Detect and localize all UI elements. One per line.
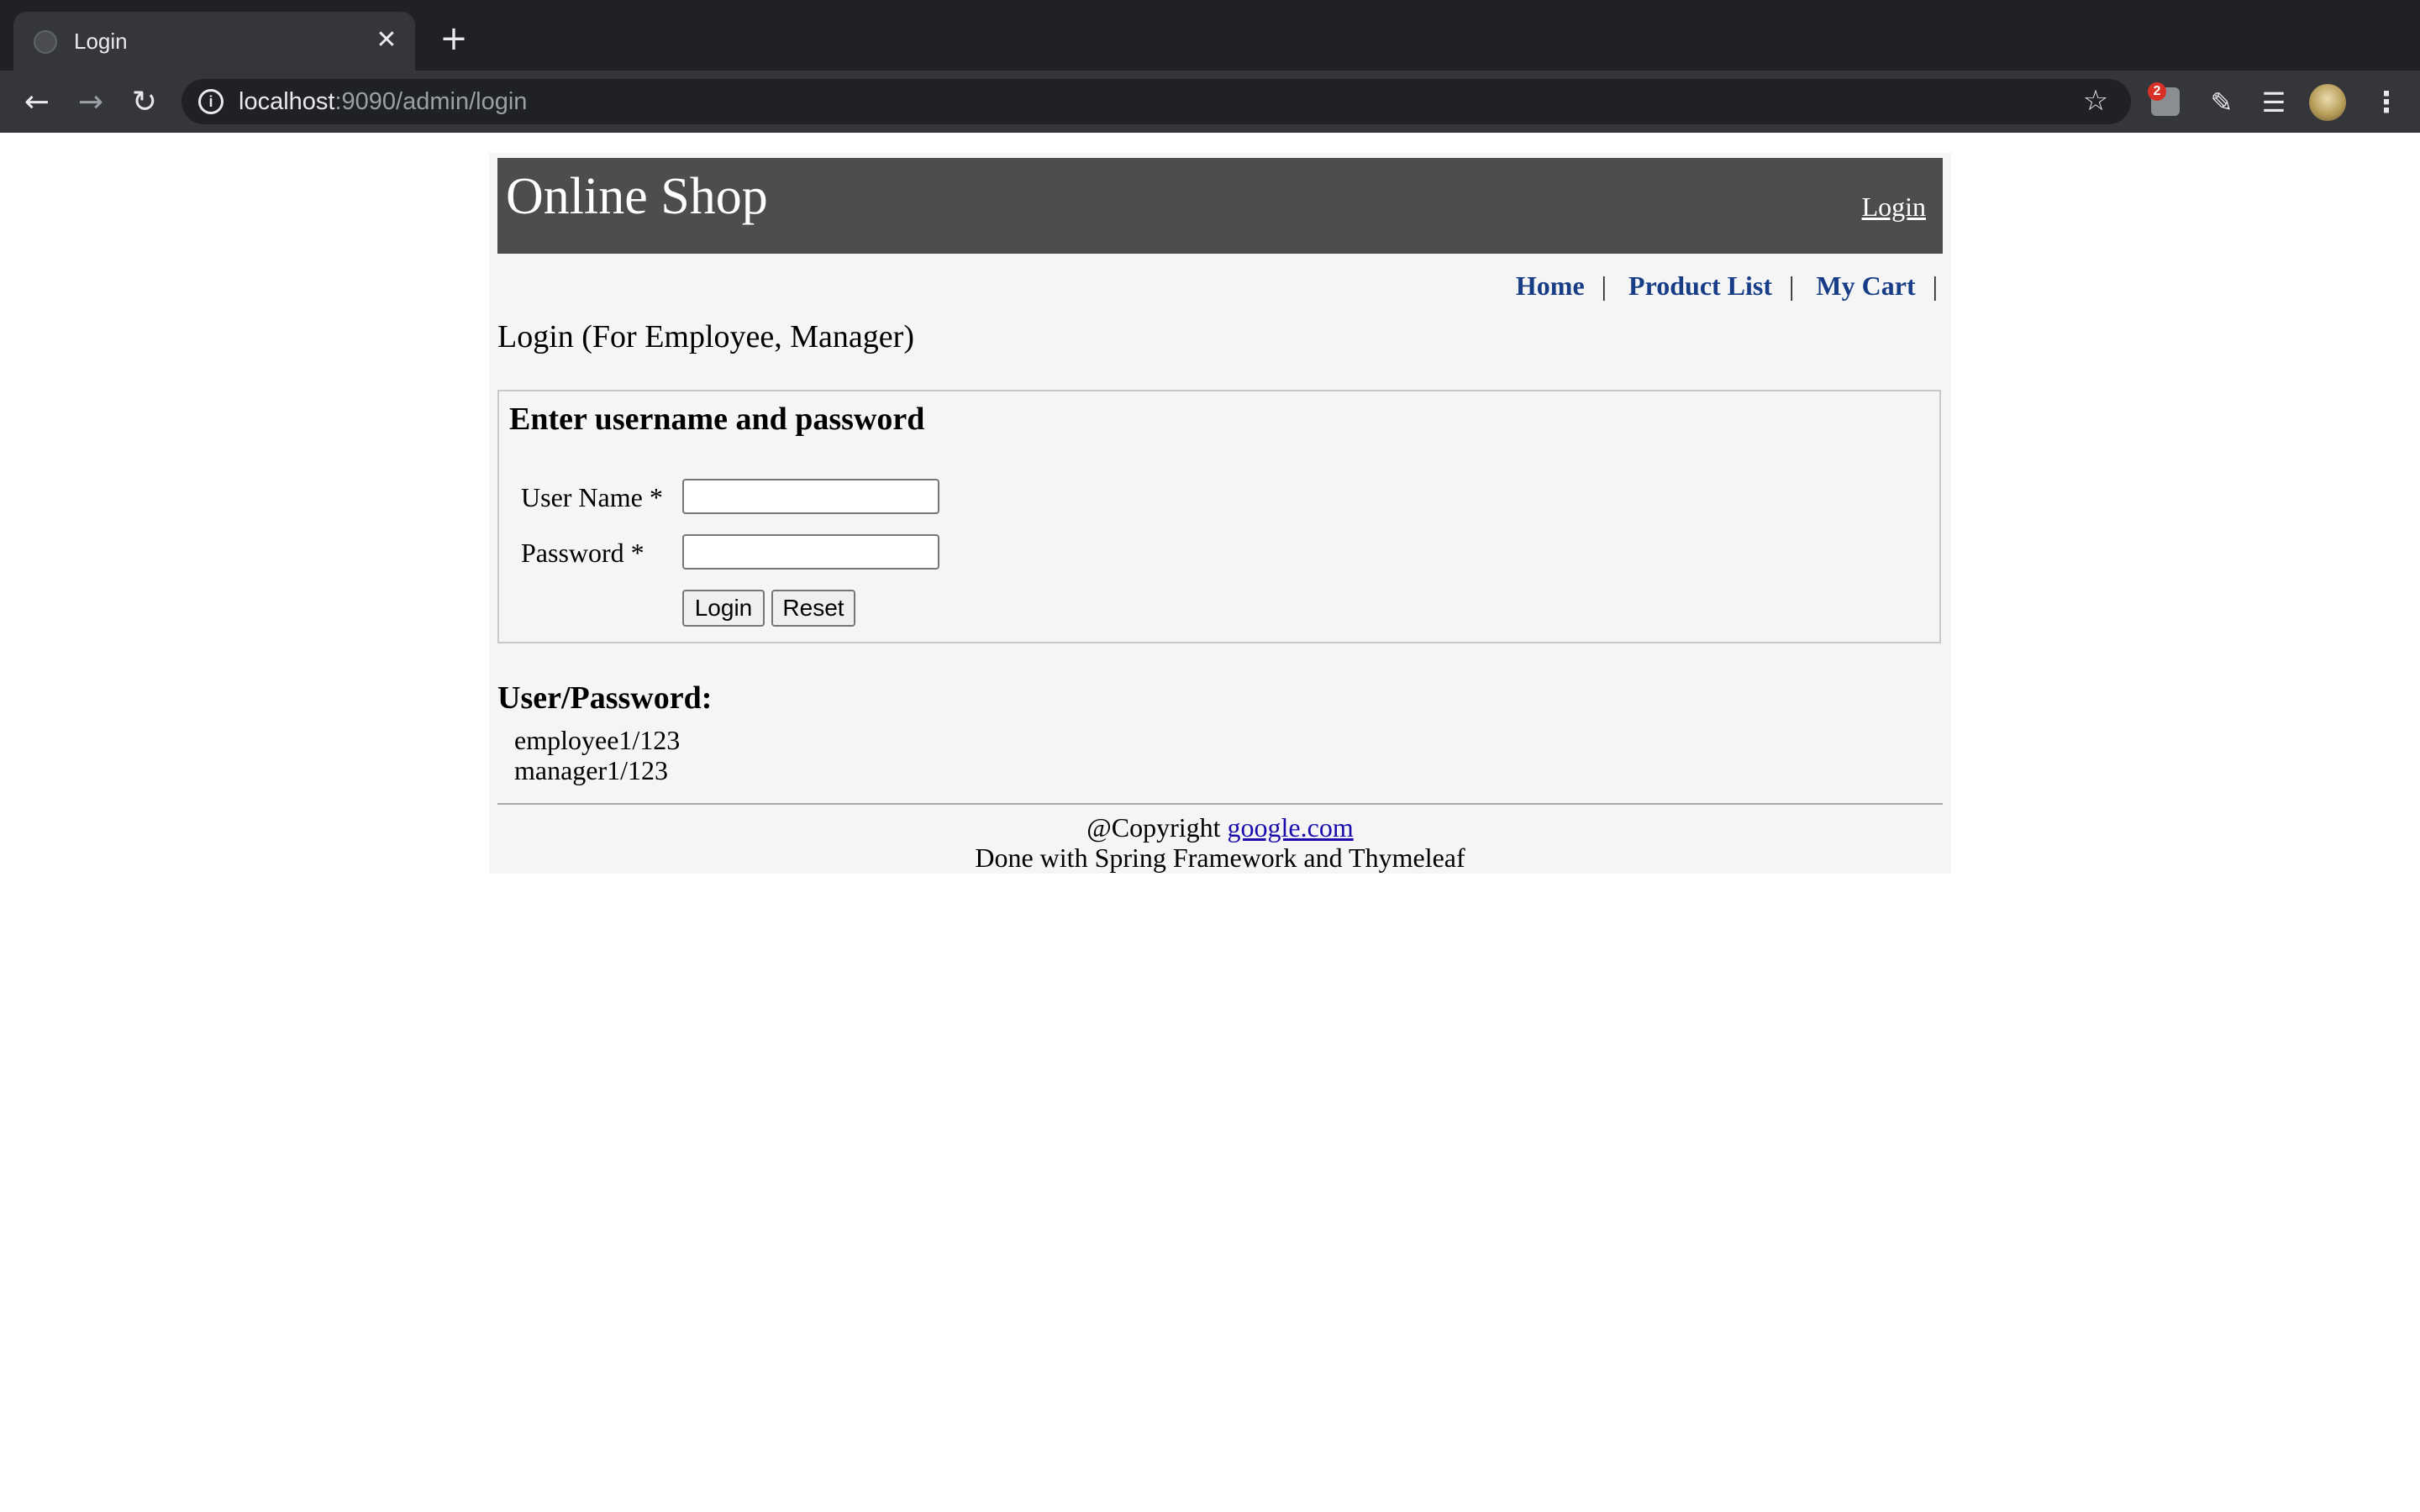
browser-toolbar: ← → ↻ i localhost:9090/admin/login ☆ 2 ✎… [0, 71, 2420, 133]
reload-icon[interactable]: ↻ [126, 84, 163, 121]
page-container: Online Shop Login Home | Product List | My C… [489, 153, 1951, 874]
menu-item-home[interactable]: Home [1516, 270, 1585, 301]
extension-badge-count: 2 [2148, 82, 2166, 101]
menu-separator: | [1789, 270, 1795, 301]
address-bar[interactable]: i localhost:9090/admin/login ☆ [182, 79, 2131, 124]
copyright-text: @Copyright [1086, 812, 1221, 843]
browser-tab-strip: Login ✕ + [0, 0, 2420, 71]
footer-credits: Done with Spring Framework and Thymeleaf [975, 843, 1465, 873]
login-button[interactable]: Login [682, 590, 765, 627]
menu-separator: | [1932, 270, 1938, 301]
password-field[interactable] [682, 534, 939, 570]
main-menu: Home | Product List | My Cart | [1516, 269, 1938, 302]
url-text[interactable]: localhost:9090/admin/login [239, 87, 527, 116]
new-tab-button[interactable]: + [437, 22, 471, 55]
copyright-link[interactable]: google.com [1228, 812, 1354, 843]
credential-line: employee1/123 [514, 725, 681, 755]
username-field[interactable] [682, 479, 939, 514]
credential-line: manager1/123 [514, 755, 669, 785]
credentials-heading: User/Password: [497, 680, 713, 716]
more-vert-icon[interactable]: ⋮ [2370, 84, 2403, 121]
login-form: Enter username and password User Name * … [497, 390, 1941, 643]
menu-item-product-list[interactable]: Product List [1628, 270, 1772, 301]
tab-title: Login [74, 29, 128, 54]
browser-tab[interactable]: Login ✕ [13, 12, 415, 71]
close-tab-icon[interactable]: ✕ [370, 24, 403, 57]
site-title: Online Shop [506, 168, 768, 225]
footer-divider [497, 803, 1943, 805]
star-icon[interactable]: ☆ [2079, 84, 2112, 118]
playlist-icon[interactable]: ☰ [2257, 86, 2291, 119]
globe-icon [34, 30, 57, 54]
arrow-right-icon[interactable]: → [72, 84, 109, 121]
reset-button[interactable]: Reset [771, 590, 855, 627]
arrow-left-icon[interactable]: ← [18, 84, 55, 121]
menu-separator: | [1601, 270, 1607, 301]
avatar[interactable] [2309, 84, 2346, 121]
puzzle-icon[interactable]: ✎ [2205, 86, 2238, 119]
extension-badge-icon[interactable]: 2 [2148, 82, 2180, 116]
password-label: Password * [521, 538, 644, 568]
form-heading: Enter username and password [509, 402, 925, 437]
menu-item-my-cart[interactable]: My Cart [1816, 270, 1915, 301]
info-icon[interactable]: i [198, 89, 224, 114]
footer-copyright: @Copyright google.com [489, 811, 1951, 843]
header-login-link[interactable]: Login [1862, 190, 1926, 223]
page-title: Login (For Employee, Manager) [497, 319, 914, 354]
site-header: Online Shop Login [497, 158, 1943, 254]
username-label: User Name * [521, 482, 663, 512]
